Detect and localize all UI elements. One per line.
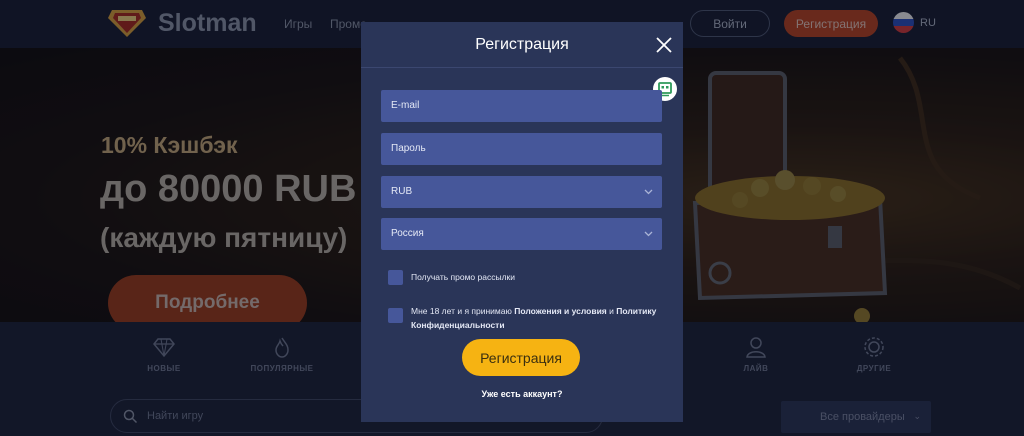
password-placeholder: Пароль (391, 143, 426, 154)
currency-value: RUB (391, 186, 413, 197)
have-account-link[interactable]: Уже есть аккаунт? (361, 389, 683, 399)
chevron-down-icon (644, 231, 653, 237)
country-select[interactable]: Россия (381, 218, 662, 250)
terms-link[interactable]: Положения и условия (514, 306, 607, 316)
email-placeholder: E-mail (391, 100, 420, 111)
country-value: Россия (391, 228, 424, 239)
register-submit-button[interactable]: Регистрация (462, 339, 580, 376)
promo-checkbox-label: Получать промо рассылки (411, 272, 515, 282)
modal-title: Регистрация (475, 36, 569, 53)
terms-checkbox-label: Мне 18 лет и я принимаю Положения и усло… (411, 304, 661, 332)
registration-modal: Регистрация E-mail Пароль RUB Россия Пол… (361, 22, 683, 422)
terms-checkbox[interactable] (388, 308, 403, 323)
terms-prefix: Мне 18 лет и я принимаю (411, 306, 515, 316)
password-field[interactable]: Пароль (381, 133, 662, 165)
terms-and: и (606, 306, 617, 316)
currency-select[interactable]: RUB (381, 176, 662, 208)
close-icon[interactable] (654, 35, 674, 55)
modal-header: Регистрация (361, 22, 683, 68)
email-field[interactable]: E-mail (381, 90, 662, 122)
chevron-down-icon (644, 189, 653, 195)
promo-checkbox[interactable] (388, 270, 403, 285)
